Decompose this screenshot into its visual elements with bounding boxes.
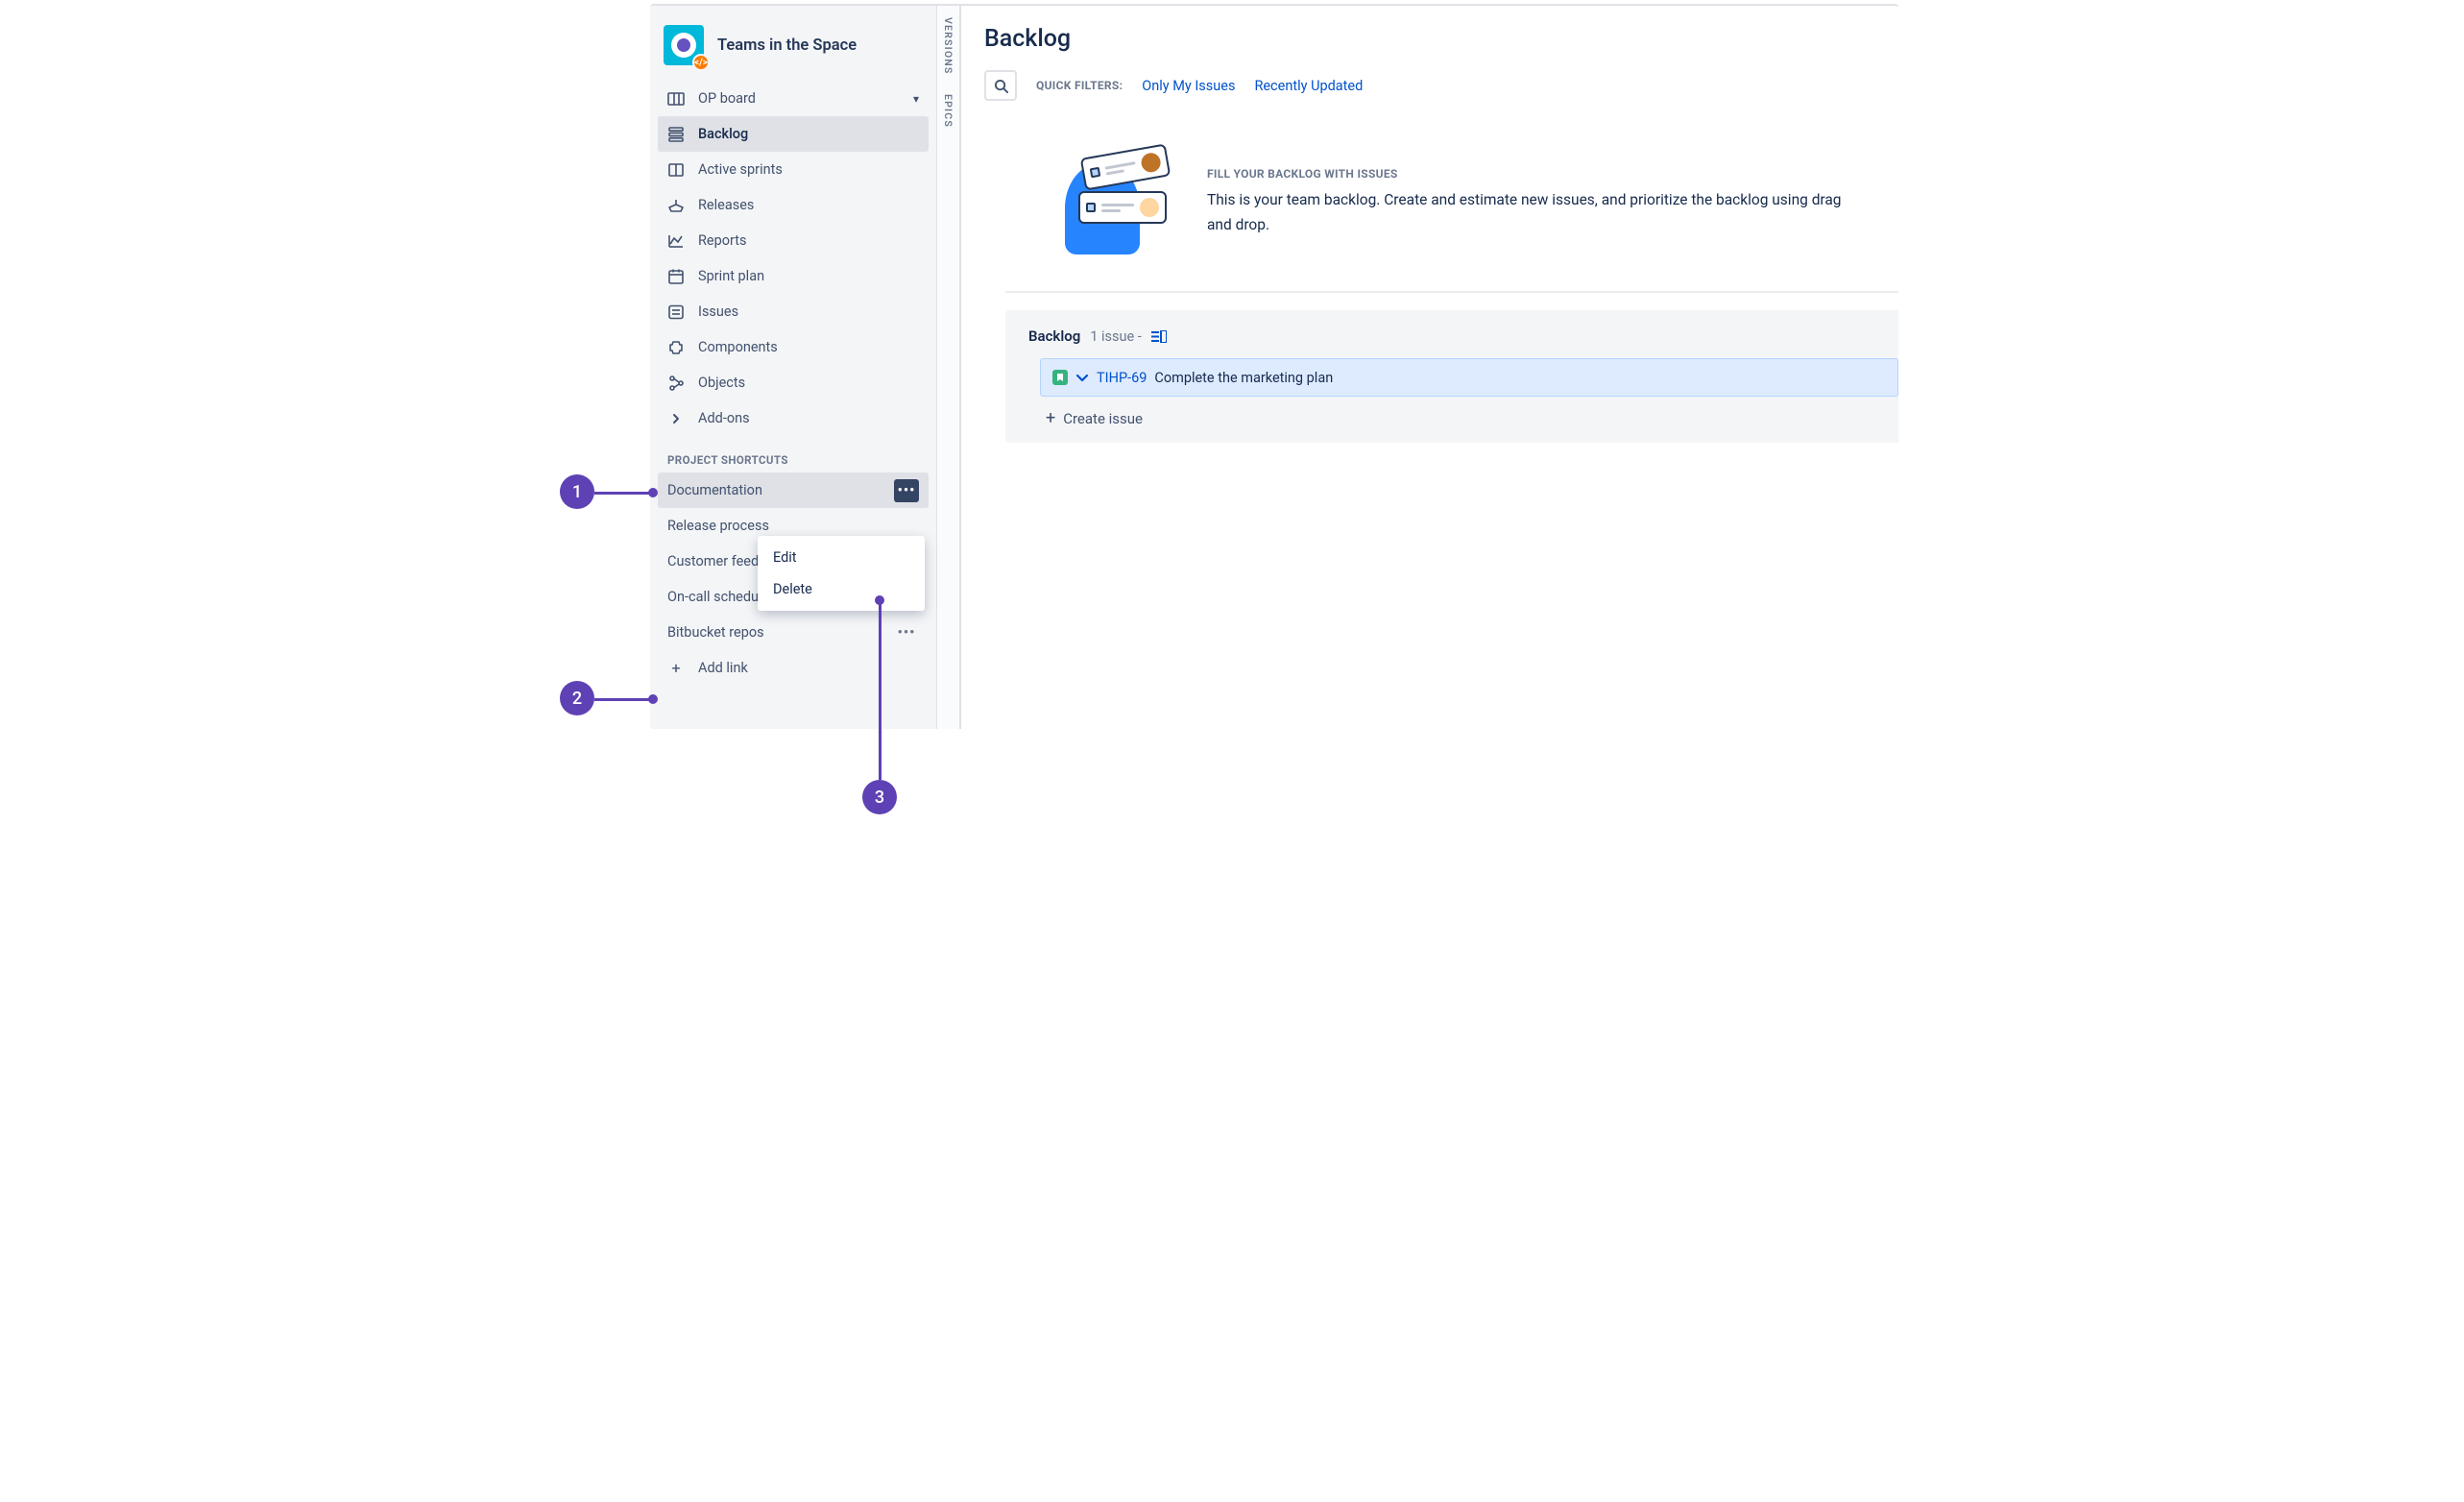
menu-item-edit[interactable]: Edit [758,542,925,573]
shortcut-label: On-call schedule [667,589,769,605]
backlog-header: Backlog 1 issue - [1028,327,1898,345]
project-type-badge-icon: </> [692,54,710,71]
annotation-1-line [594,492,650,495]
issues-icon [667,303,685,321]
nav-label: Issues [698,303,738,320]
nav-label: Reports [698,232,747,249]
project-header[interactable]: </> Teams in the Space [658,19,929,81]
quick-filter-only-my-issues[interactable]: Only My Issues [1142,78,1235,94]
nav-item-issues[interactable]: Issues [658,294,929,329]
backlog-count: 1 issue - [1090,328,1142,345]
shortcut-documentation[interactable]: Documentation ••• [658,472,929,508]
plus-icon: + [1046,410,1055,427]
chevron-down-icon: ▾ [913,92,919,106]
nav-item-active-sprints[interactable]: Active sprints [658,152,929,187]
priority-icon [1075,372,1089,383]
page-title: Backlog [984,25,1898,53]
side-rails: VERSIONS EPICS [936,6,961,729]
nav-item-reports[interactable]: Reports [658,223,929,258]
nav-item-op-board[interactable]: OP board ▾ [658,81,929,116]
issue-key[interactable]: TIHP-69 [1097,370,1147,386]
nav-item-backlog[interactable]: Backlog [658,116,929,152]
sidebar-nav: OP board ▾ Backlog Active sprints [658,81,929,436]
more-actions-button[interactable]: ••• [894,479,919,502]
nav-label: Active sprints [698,161,783,178]
create-issue-button[interactable]: + Create issue [1028,404,1898,429]
versions-rail[interactable]: VERSIONS [942,17,954,75]
shortcut-label: Bitbucket repos [667,624,764,641]
add-link-button[interactable]: + Add link [658,650,929,686]
chevron-right-icon [667,412,685,425]
shortcut-bitbucket-repos[interactable]: Bitbucket repos ••• [658,615,929,650]
shortcut-label: Release process [667,518,769,534]
detail-view-toggle-icon[interactable] [1151,330,1165,342]
backlog-icon [667,126,685,143]
sprints-icon [667,161,685,179]
components-icon [667,339,685,356]
filter-bar: QUICK FILTERS: Only My Issues Recently U… [984,70,1898,101]
empty-state-intro: FILL YOUR BACKLOG WITH ISSUES This is yo… [984,122,1898,278]
nav-label: Backlog [698,126,748,142]
board-icon [667,90,685,108]
plus-icon: + [667,659,685,677]
intro-heading: FILL YOUR BACKLOG WITH ISSUES [1207,167,1860,181]
objects-icon [667,375,685,392]
shortcut-label: Documentation [667,482,762,498]
nav-label: OP board [698,90,756,107]
nav-label: Components [698,339,778,355]
nav-label: Releases [698,197,754,213]
search-button[interactable] [984,70,1017,101]
divider [1005,291,1898,293]
nav-label: Objects [698,375,745,391]
nav-item-objects[interactable]: Objects [658,365,929,400]
shortcut-actions-menu: Edit Delete [758,536,925,611]
story-icon [1052,370,1068,385]
project-avatar: </> [664,25,704,65]
add-link-label: Add link [698,660,748,676]
annotation-3-line [879,603,882,780]
more-actions-button[interactable]: ••• [894,621,919,644]
issue-summary: Complete the marketing plan [1154,370,1333,386]
nav-label: Sprint plan [698,268,764,284]
shortcuts-section-label: PROJECT SHORTCUTS [658,436,929,472]
create-issue-label: Create issue [1063,410,1143,427]
intro-body: This is your team backlog. Create and es… [1207,188,1860,237]
annotation-2-line [594,698,650,701]
annotation-2-dot [648,694,658,704]
app-window: </> Teams in the Space OP board ▾ Backlo… [650,4,1898,729]
ship-icon [667,197,685,214]
epics-rail[interactable]: EPICS [942,94,954,128]
menu-item-delete[interactable]: Delete [758,573,925,605]
backlog-panel: Backlog 1 issue - TIHP-69 [1005,310,1898,443]
nav-item-releases[interactable]: Releases [658,187,929,223]
search-icon [994,79,1008,93]
issue-row[interactable]: TIHP-69 Complete the marketing plan [1040,358,1898,397]
backlog-title: Backlog [1028,327,1080,345]
chart-icon [667,232,685,250]
nav-label: Add-ons [698,410,750,426]
main-content: Backlog QUICK FILTERS: Only My Issues Re… [961,6,1898,729]
nav-item-components[interactable]: Components [658,329,929,365]
annotation-3-dot [875,595,884,605]
annotation-3: 3 [862,780,897,814]
sidebar: </> Teams in the Space OP board ▾ Backlo… [650,6,936,729]
annotation-1: 1 [560,474,594,509]
annotation-1-dot [648,488,658,497]
nav-item-sprint-plan[interactable]: Sprint plan [658,258,929,294]
project-title: Teams in the Space [717,36,857,55]
quick-filters-label: QUICK FILTERS: [1036,79,1123,92]
calendar-icon [667,268,685,285]
quick-filter-recently-updated[interactable]: Recently Updated [1254,78,1363,94]
nav-item-add-ons[interactable]: Add-ons [658,400,929,436]
backlog-illustration [1061,151,1176,254]
annotation-2: 2 [560,681,594,715]
